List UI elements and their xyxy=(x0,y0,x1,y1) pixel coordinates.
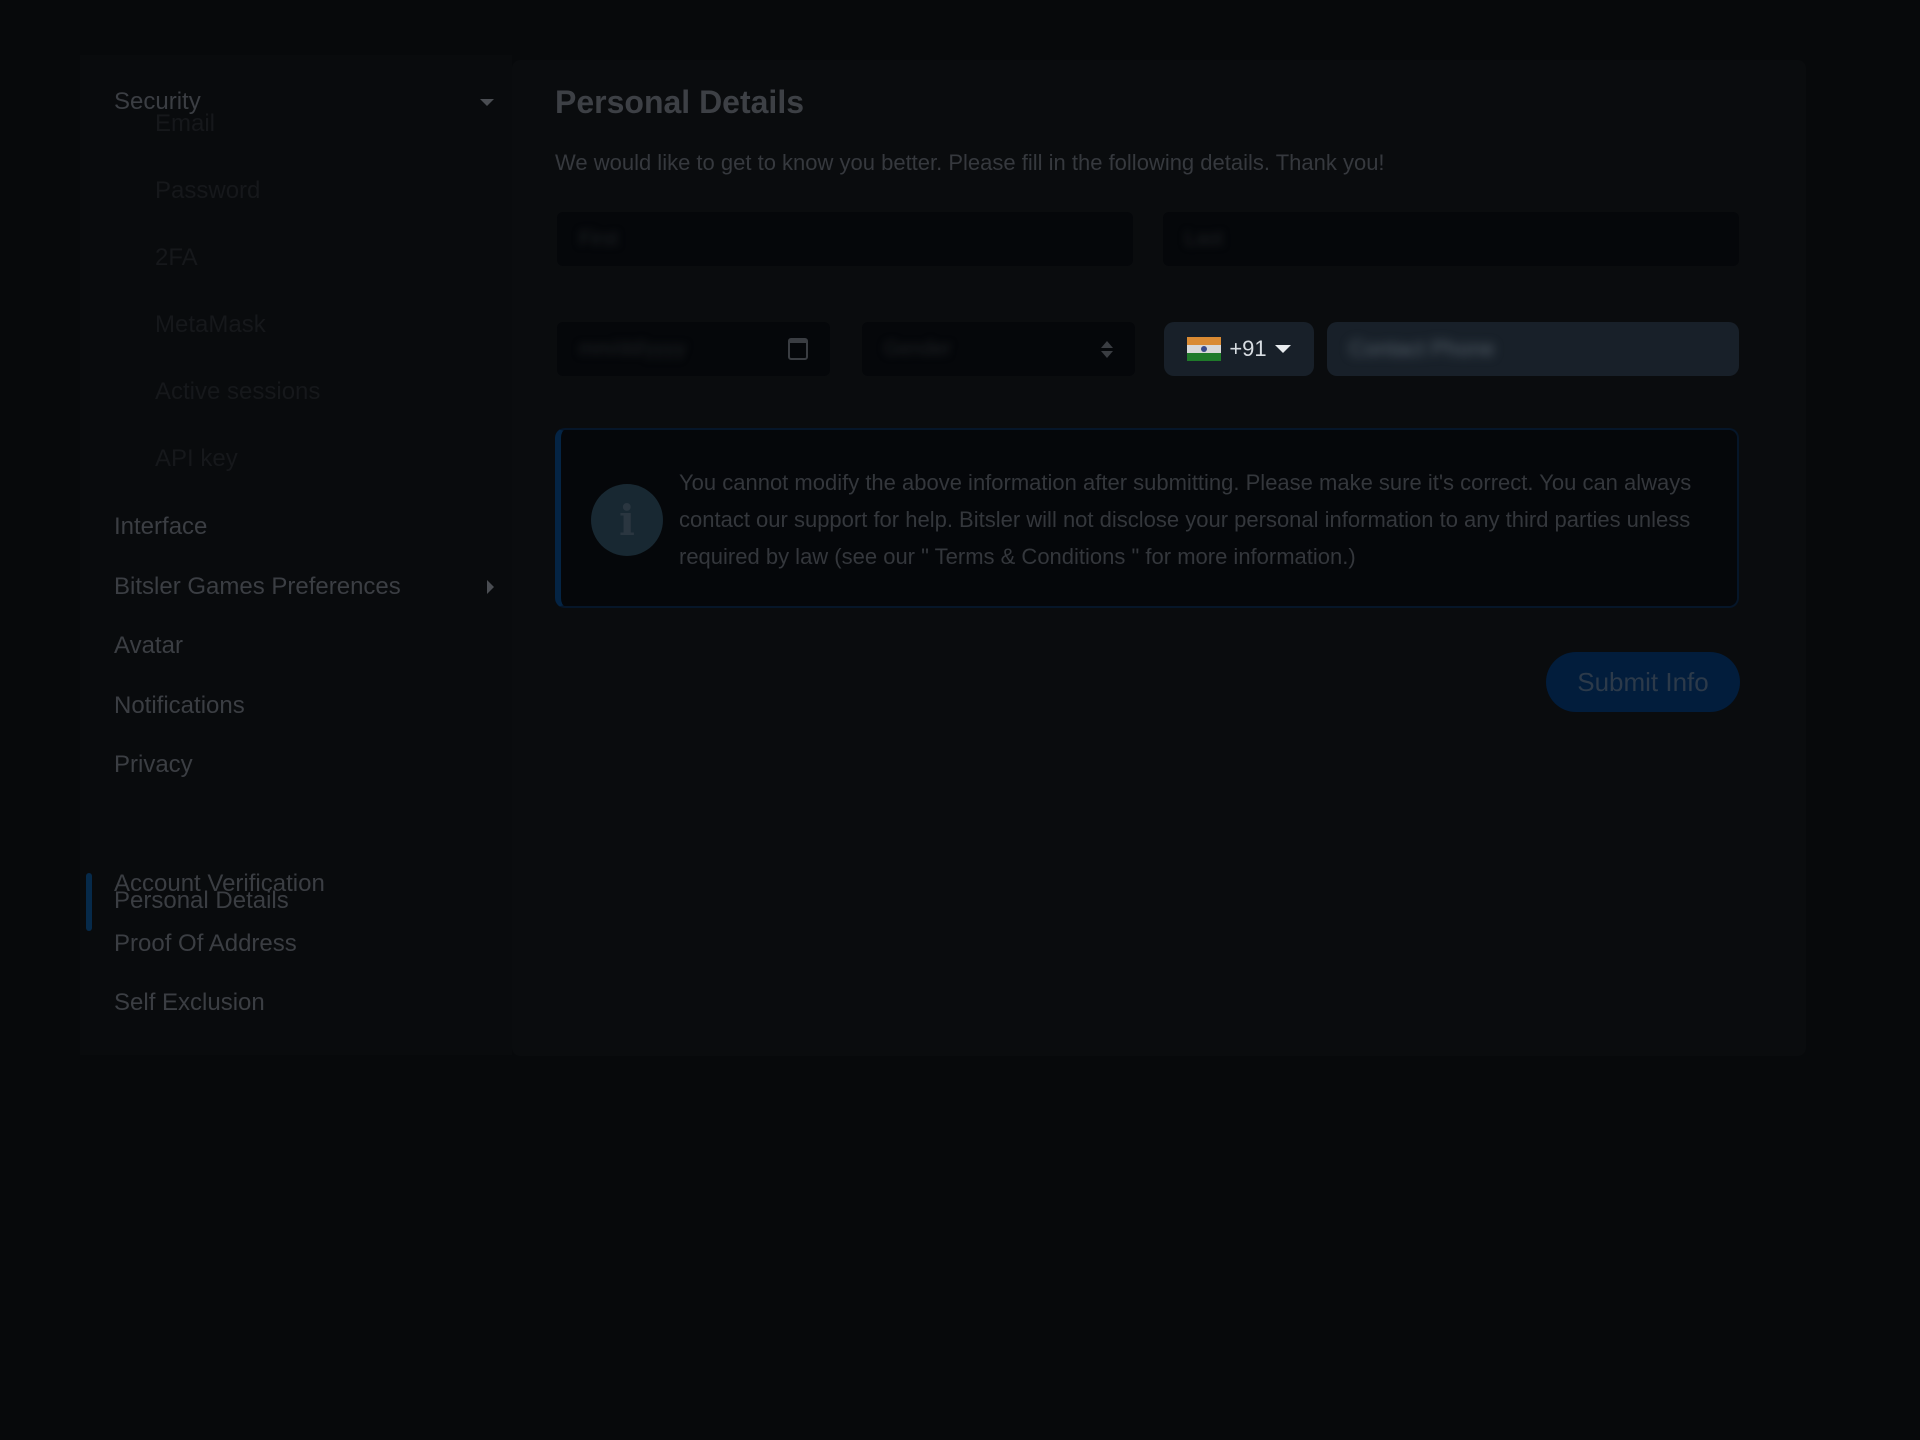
sidebar-subitem-active-sessions[interactable]: Active sessions xyxy=(155,378,320,406)
first-name-input[interactable]: First xyxy=(557,212,1133,266)
sidebar-item-notifications[interactable]: Notifications xyxy=(114,688,494,724)
sidebar-item-label: Privacy xyxy=(114,751,193,778)
sidebar-item-bitsler-games-preferences[interactable]: Bitsler Games Preferences xyxy=(114,569,494,605)
sidebar-item-account-verification[interactable]: Account Verification xyxy=(114,866,494,902)
sidebar-item-label: Self Exclusion xyxy=(114,989,265,1016)
info-notice: i You cannot modify the above informatio… xyxy=(555,428,1739,608)
chevron-down-icon xyxy=(480,98,494,106)
personal-details-card: Personal Details We would like to get to… xyxy=(512,60,1806,1056)
phone-input[interactable]: Contact Phone xyxy=(1327,322,1739,376)
sidebar-item-interface[interactable]: Interface xyxy=(114,509,494,545)
phone-placeholder: Contact Phone xyxy=(1349,336,1495,361)
chevron-right-icon xyxy=(487,580,494,594)
sidebar-item-label: Account Verification xyxy=(114,870,325,897)
sidebar-item-label: Notifications xyxy=(114,692,245,719)
page-subtitle: We would like to get to know you better.… xyxy=(555,150,1385,175)
info-text: You cannot modify the above information … xyxy=(679,470,1692,569)
caret-down-icon xyxy=(1274,345,1291,353)
sidebar-item-proof-of-address[interactable]: Proof Of Address xyxy=(114,926,494,962)
sidebar-item-label: Proof Of Address xyxy=(114,930,297,957)
calendar-icon[interactable] xyxy=(788,338,808,360)
sidebar-item-label: Avatar xyxy=(114,632,183,659)
submit-info-button[interactable]: Submit Info xyxy=(1546,652,1740,712)
sidebar-subitem-api-key[interactable]: API key xyxy=(155,445,238,473)
india-flag-icon xyxy=(1187,337,1222,361)
sidebar-item-label: Bitsler Games Preferences xyxy=(114,573,401,600)
sidebar-item-label: Interface xyxy=(114,513,208,540)
last-name-placeholder: Last xyxy=(1185,227,1223,250)
sidebar-item-privacy[interactable]: Privacy xyxy=(114,747,494,783)
sidebar-subitem-metamask[interactable]: MetaMask xyxy=(155,311,266,339)
sidebar-item-self-exclusion[interactable]: Self Exclusion xyxy=(114,985,494,1021)
page-title: Personal Details xyxy=(555,84,804,120)
info-icon: i xyxy=(591,484,663,556)
sidebar-subitem-2fa[interactable]: 2FA xyxy=(155,244,198,272)
sidebar-item-avatar[interactable]: Avatar xyxy=(114,628,494,664)
phone-country-select[interactable]: +91 xyxy=(1164,322,1314,376)
phone-prefix: +91 xyxy=(1229,336,1267,361)
first-name-placeholder: First xyxy=(579,227,618,250)
birthdate-placeholder: mm/dd/yyyy xyxy=(579,337,686,360)
select-arrows-icon xyxy=(1101,340,1113,358)
birthdate-input[interactable]: mm/dd/yyyy xyxy=(557,322,830,376)
last-name-input[interactable]: Last xyxy=(1163,212,1739,266)
gender-placeholder: Gender xyxy=(884,337,951,360)
active-indicator xyxy=(86,873,92,931)
gender-select[interactable]: Gender xyxy=(862,322,1135,376)
settings-sidebar: Security Email Password 2FA MetaMask Act… xyxy=(80,55,512,1055)
sidebar-subitem-email[interactable]: Email xyxy=(155,110,215,138)
sidebar-subitem-password[interactable]: Password xyxy=(155,177,260,205)
